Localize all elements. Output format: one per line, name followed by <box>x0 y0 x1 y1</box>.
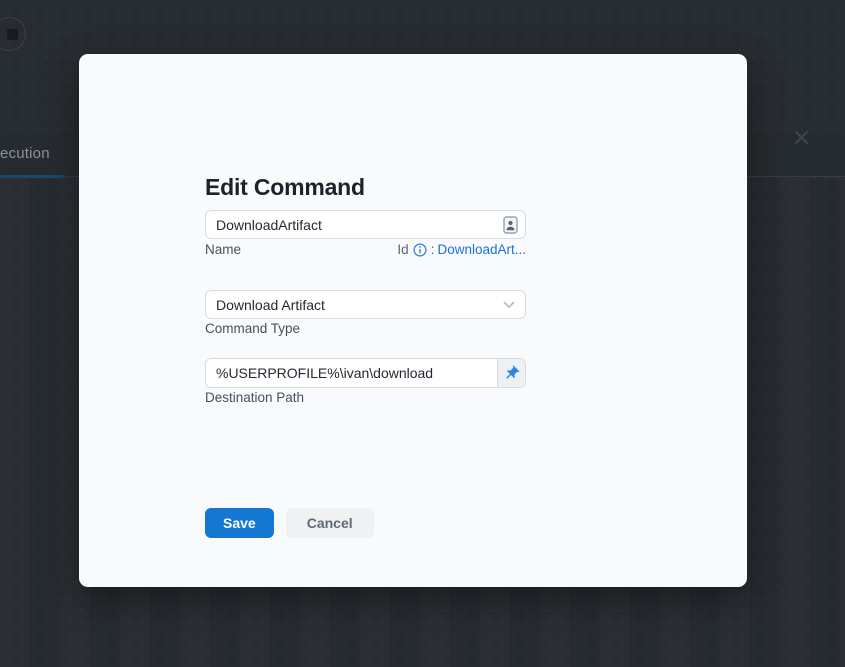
name-input[interactable] <box>206 211 503 238</box>
active-tab-underline <box>0 175 65 178</box>
cancel-button[interactable]: Cancel <box>286 508 374 538</box>
tab-execution[interactable]: ecution <box>0 145 50 162</box>
stop-icon <box>7 29 18 40</box>
stop-button[interactable] <box>0 17 26 51</box>
command-id-row: Id : DownloadArt... <box>205 242 526 257</box>
command-type-value: Download Artifact <box>216 297 325 313</box>
name-input-wrap <box>205 210 526 239</box>
info-icon[interactable] <box>413 243 427 257</box>
pin-icon <box>503 365 520 382</box>
pin-button[interactable] <box>497 359 525 387</box>
dialog-title: Edit Command <box>205 174 365 201</box>
command-type-label: Command Type <box>205 321 300 336</box>
destination-path-input[interactable] <box>206 359 497 387</box>
dialog-actions: Save Cancel <box>205 508 374 538</box>
id-separator: : <box>431 242 435 257</box>
id-prefix: Id <box>397 242 408 257</box>
close-icon <box>793 129 810 146</box>
edit-command-dialog: Edit Command Name Id : DownloadArt... Co… <box>79 54 747 587</box>
command-type-select[interactable]: Download Artifact <box>205 290 526 319</box>
command-id-link[interactable]: DownloadArt... <box>437 242 526 257</box>
destination-path-wrap <box>205 358 526 388</box>
save-button[interactable]: Save <box>205 508 274 538</box>
destination-path-label: Destination Path <box>205 390 304 405</box>
close-button[interactable] <box>792 128 811 147</box>
autofill-icon <box>503 216 518 234</box>
chevron-down-icon <box>503 301 515 309</box>
